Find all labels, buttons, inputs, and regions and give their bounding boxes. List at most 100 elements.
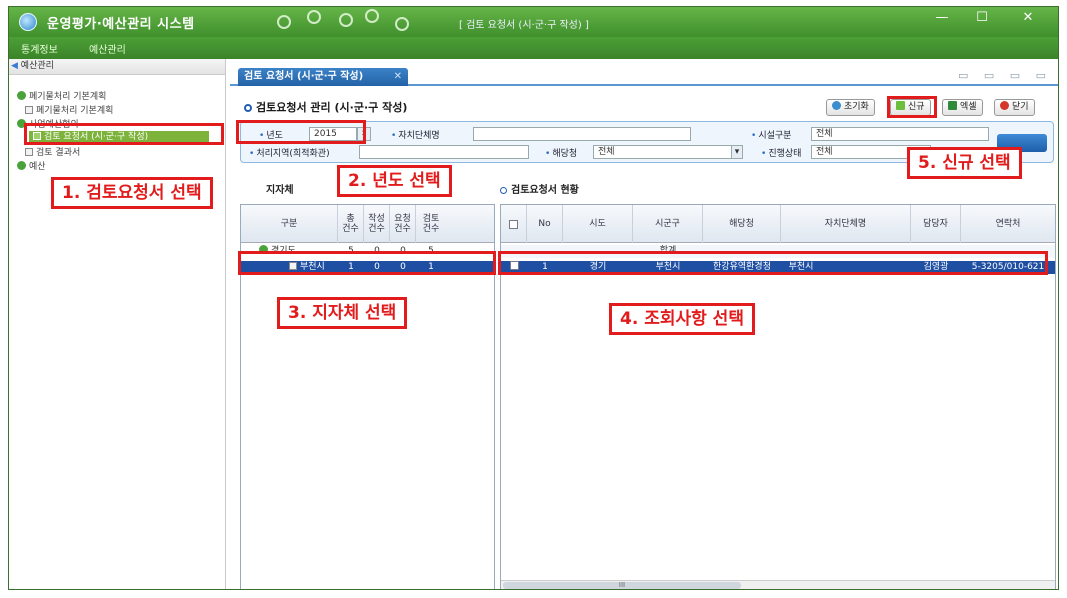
app-title: 운영평가·예산관리 시스템 xyxy=(47,17,195,32)
page-title-text: 검토요청서 관리 (시·군·구 작성) xyxy=(256,101,408,114)
cell-sigungu: 부천시 xyxy=(655,262,681,272)
new-button[interactable]: 신규 xyxy=(890,99,931,116)
col-requested[interactable]: 요청 건수 xyxy=(390,205,416,243)
table-row[interactable]: 경기도 5 0 0 5 xyxy=(241,245,494,258)
close-icon[interactable]: ✕ xyxy=(394,68,402,86)
sidebar: ◀ 예산관리 폐기물처리 기본계획 폐기물처리 기본계획 사업예산협의 검토 요… xyxy=(9,59,226,589)
left-panel-title: 지자체 xyxy=(266,185,294,196)
col-reviewed[interactable]: 검토 건수 xyxy=(416,205,446,243)
agency-label: 해당청 xyxy=(545,146,577,159)
close-label: 닫기 xyxy=(1012,102,1029,112)
table-row-selected[interactable]: 1 경기 부천시 한강유역환경청 부천시 김영광 5-3205/010-621 xyxy=(501,261,1055,274)
folder-icon xyxy=(17,161,26,170)
cell-contact: 5-3205/010-621 xyxy=(971,262,1045,272)
step5-callout: 5. 신규 선택 xyxy=(907,147,1022,179)
year-select[interactable]: 2015 xyxy=(309,127,357,141)
table-header: No 시도 시군구 해당청 자치단체명 담당자 연락처 xyxy=(501,205,1055,243)
document-icon xyxy=(33,132,41,140)
tree-item-label: 폐기물처리 기본계획 xyxy=(29,92,107,102)
spinner-icon[interactable]: ⇕ xyxy=(357,127,371,141)
agency-select[interactable]: 전체 xyxy=(593,145,743,159)
scroll-thumb[interactable]: III xyxy=(503,582,741,589)
col-manager[interactable]: 담당자 xyxy=(911,205,961,243)
row-checkbox-cell[interactable] xyxy=(501,261,527,274)
decor-circle-icon xyxy=(277,15,291,29)
col-local-gov[interactable]: 자치단체명 xyxy=(781,205,911,243)
step3-callout: 3. 지자체 선택 xyxy=(277,297,408,329)
menu-item-budget[interactable]: 예산관리 xyxy=(89,41,126,56)
region-input[interactable] xyxy=(359,145,529,159)
table-row-selected[interactable]: 부천시 1 0 0 1 xyxy=(241,261,494,274)
app-logo-icon xyxy=(19,13,37,31)
tree-item-budget[interactable]: 예산 xyxy=(17,159,46,172)
document-icon xyxy=(25,148,33,156)
new-label: 신규 xyxy=(908,102,925,112)
total-label: 합계 xyxy=(659,246,677,256)
col-total[interactable]: 총 건수 xyxy=(338,205,364,243)
close-circle-icon xyxy=(1000,101,1009,110)
progress-label: 진행상태 xyxy=(761,146,801,159)
menu-item-stats[interactable]: 통계정보 xyxy=(21,41,58,56)
col-no[interactable]: No xyxy=(527,205,563,243)
tab-tools-icon[interactable]: ▭ ▭ ▭ ▭ xyxy=(958,69,1052,82)
new-doc-icon xyxy=(896,101,905,110)
row-name: 부천시 xyxy=(289,261,339,274)
row-name-text: 부천시 xyxy=(300,262,325,272)
document-icon xyxy=(25,106,33,114)
facility-label: 시설구분 xyxy=(751,128,791,141)
horizontal-scrollbar[interactable]: III xyxy=(501,580,1055,589)
col-agency[interactable]: 해당청 xyxy=(703,205,781,243)
cell-written: 0 xyxy=(374,262,380,272)
col-written[interactable]: 작성 건수 xyxy=(364,205,390,243)
app-window: 운영평가·예산관리 시스템 [ 검토 요청서 (시·군·구 작성) ] — ☐ … xyxy=(8,6,1059,590)
facility-select[interactable]: 전체 xyxy=(811,127,989,141)
cell-reviewed: 5 xyxy=(428,246,434,256)
decor-circle-icon xyxy=(307,10,321,24)
reset-button[interactable]: 초기화 xyxy=(826,99,875,116)
page-title: 검토요청서 관리 (시·군·구 작성) xyxy=(244,99,407,115)
excel-button[interactable]: 엑셀 xyxy=(942,99,983,116)
year-label: 년도 xyxy=(259,128,283,141)
tree-item-review-result[interactable]: 검토 결과서 xyxy=(25,145,80,158)
tab-label: 검토 요청서 (시·군·구 작성) xyxy=(244,71,364,82)
tree-item-budget-consult[interactable]: 사업예산협의 xyxy=(17,117,79,130)
col-checkbox[interactable] xyxy=(501,205,527,243)
excel-label: 엑셀 xyxy=(960,102,977,112)
sidebar-header[interactable]: ◀ 예산관리 xyxy=(9,59,225,75)
document-icon xyxy=(289,262,297,270)
tree-item-label: 검토 요청서 (시·군·구 작성) xyxy=(44,132,149,142)
cell-written: 0 xyxy=(374,246,380,256)
title-bar[interactable]: 운영평가·예산관리 시스템 [ 검토 요청서 (시·군·구 작성) ] — ☐ … xyxy=(9,7,1058,37)
local-gov-label: 자치단체명 xyxy=(391,128,439,141)
row-checkbox[interactable] xyxy=(509,261,519,270)
tree-item-review-request[interactable]: 검토 요청서 (시·군·구 작성) xyxy=(29,131,209,144)
cell-manager: 김영광 xyxy=(923,262,949,272)
col-contact[interactable]: 연락처 xyxy=(961,205,1055,243)
tree-item-waste-plan-sub[interactable]: 폐기물처리 기본계획 xyxy=(25,103,113,116)
close-button[interactable]: 닫기 xyxy=(994,99,1035,116)
select-all-checkbox[interactable] xyxy=(509,219,518,229)
menu-bar: 통계정보 예산관리 xyxy=(9,37,1058,59)
cell-total: 1 xyxy=(348,262,354,272)
col-category[interactable]: 구분 xyxy=(241,205,338,243)
local-gov-input[interactable] xyxy=(473,127,691,141)
expand-icon[interactable] xyxy=(259,245,268,254)
tab-review-request[interactable]: 검토 요청서 (시·군·구 작성) ✕ xyxy=(238,68,408,86)
close-window-button[interactable]: ✕ xyxy=(1004,7,1052,31)
chevron-down-icon[interactable]: ▾ xyxy=(731,145,743,159)
step4-callout: 4. 조회사항 선택 xyxy=(609,303,755,335)
folder-icon xyxy=(17,119,26,128)
col-sido[interactable]: 시도 xyxy=(563,205,633,243)
cell-reviewed: 1 xyxy=(428,262,434,272)
review-request-table: No 시도 시군구 해당청 자치단체명 담당자 연락처 합계 1 경기 부천시 … xyxy=(500,204,1056,589)
cell-requested: 0 xyxy=(400,246,406,256)
maximize-button[interactable]: ☐ xyxy=(962,7,1002,31)
decor-circle-icon xyxy=(339,13,353,27)
tree-item-label: 폐기물처리 기본계획 xyxy=(36,106,114,116)
tree-item-waste-plan[interactable]: 폐기물처리 기본계획 xyxy=(17,89,106,102)
chevron-left-icon[interactable]: ◀ xyxy=(11,61,18,71)
col-sigungu[interactable]: 시군구 xyxy=(633,205,703,243)
minimize-button[interactable]: — xyxy=(922,7,962,31)
step1-callout: 1. 검토요청서 선택 xyxy=(51,177,213,209)
right-panel-title-text: 검토요청서 현황 xyxy=(511,185,579,196)
